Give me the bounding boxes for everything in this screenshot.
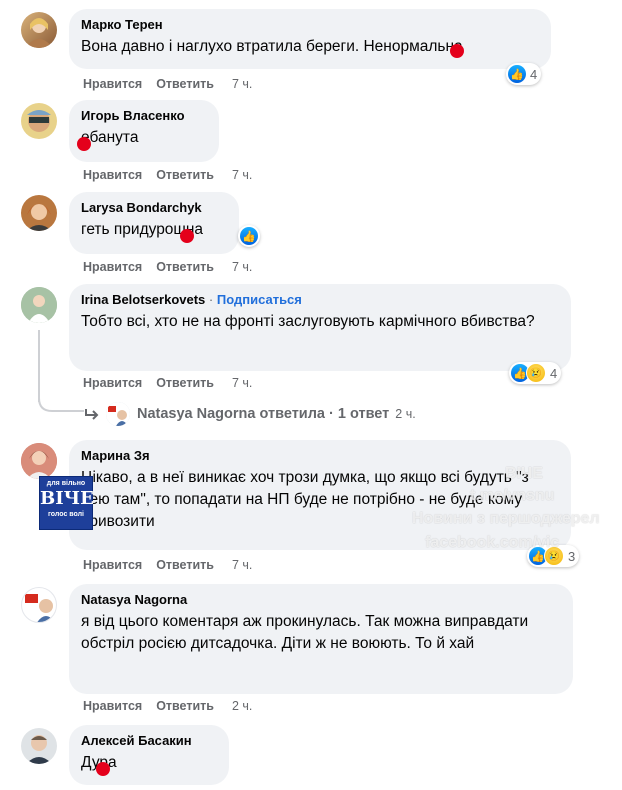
comment-text: геть придурошна <box>81 221 204 238</box>
reply-author: Natasya Nagorna <box>137 406 256 422</box>
logo-main: ВІЧЕ <box>40 488 94 509</box>
like-link[interactable]: Нравится <box>83 168 142 182</box>
comment-actions: Нравится Ответить 7 ч. <box>83 77 266 91</box>
watermark-line-4: facebook.com/vic <box>425 534 560 551</box>
sad-face-icon: 😢 <box>526 363 546 383</box>
comment-actions: Нравится Ответить 7 ч. <box>83 376 266 390</box>
reaction-count: 4 <box>530 66 538 82</box>
author-name[interactable]: Irina Belotserkovets <box>81 292 205 307</box>
follow-link[interactable]: Подписаться <box>217 292 302 307</box>
redaction-mark <box>180 229 194 243</box>
avatar[interactable] <box>21 587 57 623</box>
comment-actions: Нравится Ответить 2 ч. <box>83 699 266 713</box>
avatar-photo <box>21 287 57 323</box>
reply-link[interactable]: Ответить <box>156 558 214 572</box>
reply-time: 2 ч. <box>395 407 416 421</box>
avatar-photo <box>21 443 57 479</box>
avatar[interactable] <box>21 287 57 323</box>
watermark-line-3: Новини з першоджерел <box>412 510 600 527</box>
watermark-line-1: ВІЧЕ <box>505 465 543 482</box>
redaction-mark <box>450 44 464 58</box>
reaction-summary[interactable]: 👍 <box>238 225 260 247</box>
reply-verb: ответила <box>259 406 325 422</box>
comment-author[interactable]: Марко Терен <box>81 17 539 33</box>
comment-author[interactable]: Larysa Bondarchyk <box>81 200 227 216</box>
comment-text: я від цього коментаря аж прокинулась. Та… <box>81 613 529 652</box>
reply-link[interactable]: Ответить <box>156 376 214 390</box>
reply-link[interactable]: Ответить <box>156 168 214 182</box>
watermark-logo: для вільно ВІЧЕ голос волі <box>39 476 94 530</box>
avatar-photo <box>27 110 51 132</box>
like-link[interactable]: Нравится <box>83 260 142 274</box>
comment-bubble: Natasya Nagorna я від цього коментаря аж… <box>69 584 573 694</box>
comment-author[interactable]: Алексей Басакин <box>81 733 217 749</box>
comment-author: Irina Belotserkovets · Подписаться <box>81 292 559 308</box>
reaction-summary[interactable]: 👍 4 <box>506 63 542 85</box>
comment-text: ебанута <box>81 129 139 146</box>
like-link[interactable]: Нравится <box>83 77 142 91</box>
comment-time[interactable]: 7 ч. <box>232 558 252 572</box>
comment-bubble: Larysa Bondarchyk геть придурошна <box>69 192 239 254</box>
avatar[interactable] <box>21 728 57 764</box>
avatar-photo <box>26 204 52 231</box>
comment-author[interactable]: Natasya Nagorna <box>81 592 561 608</box>
comment-bubble: Марко Терен Вона давно і наглухо втратил… <box>69 9 551 69</box>
separator: · <box>208 292 214 307</box>
comment-actions: Нравится Ответить 7 ч. <box>83 558 266 572</box>
avatar-photo <box>26 735 52 764</box>
reply-count: 1 ответ <box>337 406 390 422</box>
comment-actions: Нравится Ответить 7 ч. <box>83 260 266 274</box>
comment-bubble: Игорь Власенко ебанута <box>69 100 219 162</box>
thread-line <box>38 330 40 402</box>
avatar-photo <box>25 18 53 48</box>
comment-time[interactable]: 7 ч. <box>232 77 252 91</box>
reply-link[interactable]: Ответить <box>156 77 214 91</box>
comment-bubble: Irina Belotserkovets · Подписаться Тобто… <box>69 284 571 371</box>
reply-avatar <box>106 402 130 426</box>
comment-time[interactable]: 7 ч. <box>232 168 252 182</box>
reaction-count: 4 <box>550 365 558 381</box>
avatar[interactable] <box>21 103 57 139</box>
reaction-summary[interactable]: 👍 😢 4 <box>509 362 562 384</box>
comment-time[interactable]: 7 ч. <box>232 376 252 390</box>
comment-time[interactable]: 7 ч. <box>232 260 252 274</box>
like-link[interactable]: Нравится <box>83 699 142 713</box>
reaction-count: 3 <box>568 548 576 564</box>
avatar-photo <box>25 594 55 622</box>
reply-link[interactable]: Ответить <box>156 699 214 713</box>
like-link[interactable]: Нравится <box>83 376 142 390</box>
avatar[interactable] <box>21 12 57 48</box>
thread-curve <box>38 398 84 412</box>
comment-bubble: Алексей Басакин Дура <box>69 725 229 785</box>
avatar[interactable] <box>21 195 57 231</box>
separator: · <box>329 406 334 422</box>
view-replies-link[interactable]: Natasya Nagorna ответила · 1 ответ 2 ч. <box>84 402 416 426</box>
redaction-mark <box>77 137 91 151</box>
watermark-line-2: t.me/vnsnu <box>470 487 555 504</box>
comment-author[interactable]: Марина Зя <box>81 448 559 464</box>
thumbs-up-icon: 👍 <box>508 65 526 83</box>
like-link[interactable]: Нравится <box>83 558 142 572</box>
comment-text: Тобто всі, хто не на фронті заслуговують… <box>81 313 535 330</box>
avatar[interactable] <box>21 443 57 479</box>
reply-link[interactable]: Ответить <box>156 260 214 274</box>
comment-actions: Нравится Ответить 7 ч. <box>83 168 266 182</box>
logo-top: для вільно <box>46 480 86 487</box>
logo-bottom: голос волі <box>47 511 84 518</box>
comment-author[interactable]: Игорь Власенко <box>81 108 207 124</box>
comment-text: Вона давно і наглухо втратила береги. Не… <box>81 38 463 55</box>
thumbs-up-icon: 👍 <box>240 227 258 245</box>
comment-time[interactable]: 2 ч. <box>232 699 252 713</box>
redaction-mark <box>96 762 110 776</box>
reply-arrow-icon <box>85 409 99 420</box>
